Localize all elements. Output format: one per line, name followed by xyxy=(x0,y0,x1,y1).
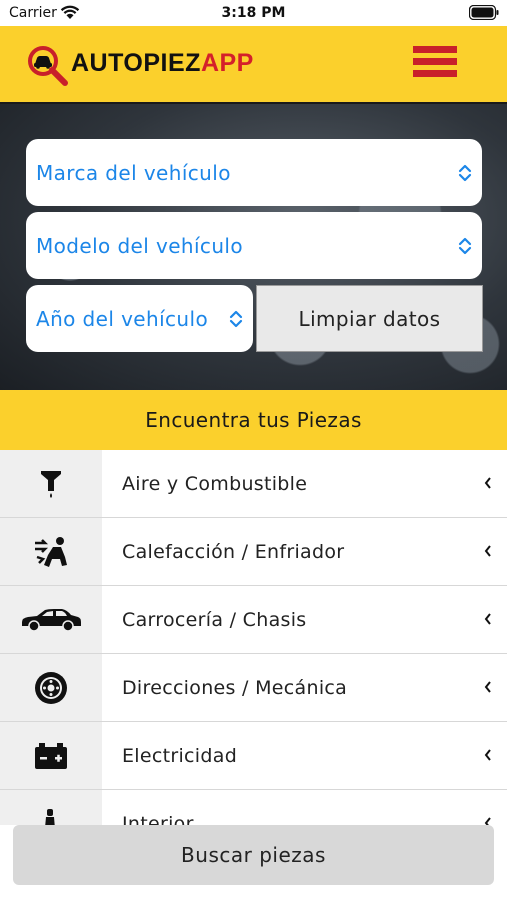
find-parts-banner: Encuentra tus Piezas xyxy=(0,390,507,450)
category-row-aire-combustible[interactable]: Aire y Combustible xyxy=(0,450,507,518)
logo-text-main: AUTOPIEZ xyxy=(71,48,201,77)
brake-disc-icon xyxy=(35,671,67,704)
category-icon-cell xyxy=(0,518,102,585)
chevron-left-icon xyxy=(484,681,491,693)
year-select[interactable]: Año del vehículo xyxy=(26,285,253,352)
category-label: Aire y Combustible xyxy=(122,472,308,495)
category-icon-cell xyxy=(0,654,102,721)
menu-bar-icon xyxy=(413,70,457,77)
model-select[interactable]: Modelo del vehículo xyxy=(26,212,482,279)
app-logo: AUTOPIEZAPP xyxy=(26,44,254,88)
menu-bar-icon xyxy=(413,58,457,65)
chevron-left-icon xyxy=(484,817,491,825)
category-label: Interior xyxy=(122,812,194,826)
car-icon xyxy=(22,608,81,632)
category-label: Calefacción / Enfriador xyxy=(122,540,345,563)
category-label: Direcciones / Mecánica xyxy=(122,676,348,699)
category-label: Electricidad xyxy=(122,744,238,767)
status-bar: Carrier 3:18 PM xyxy=(0,0,507,26)
logo-text-accent: APP xyxy=(200,48,254,77)
category-label: Carrocería / Chasis xyxy=(122,608,307,631)
category-icon-cell xyxy=(0,722,102,789)
vehicle-form-panel: Marca del vehículo Modelo del vehículo A… xyxy=(0,104,507,390)
clock-label: 3:18 PM xyxy=(221,5,286,21)
select-updown-icon xyxy=(458,237,472,254)
clear-data-button[interactable]: Limpiar datos xyxy=(256,285,483,352)
category-row-interior[interactable]: Interior xyxy=(0,790,507,825)
hamburger-menu-button[interactable] xyxy=(413,46,457,80)
category-icon-cell xyxy=(0,450,102,517)
logo-text: AUTOPIEZAPP xyxy=(71,49,254,78)
category-list: Aire y Combustible Calefacción / Enfriad… xyxy=(0,450,507,825)
chevron-left-icon xyxy=(484,545,491,557)
model-select-label: Modelo del vehículo xyxy=(36,233,243,258)
seat-icon xyxy=(45,808,55,825)
magnifier-car-icon xyxy=(28,46,68,86)
category-row-electricidad[interactable]: Electricidad xyxy=(0,722,507,790)
category-row-direcciones[interactable]: Direcciones / Mecánica xyxy=(0,654,507,722)
chevron-left-icon xyxy=(484,477,491,489)
battery-icon xyxy=(35,742,67,769)
search-parts-button[interactable]: Buscar piezas xyxy=(13,825,494,885)
brand-select[interactable]: Marca del vehículo xyxy=(26,139,482,206)
chevron-left-icon xyxy=(484,613,491,625)
category-row-carroceria[interactable]: Carrocería / Chasis xyxy=(0,586,507,654)
chevron-left-icon xyxy=(484,749,491,761)
year-select-label: Año del vehículo xyxy=(36,306,209,331)
menu-bar-icon xyxy=(413,46,457,53)
category-row-calefaccion[interactable]: Calefacción / Enfriador xyxy=(0,518,507,586)
category-icon-cell xyxy=(0,790,102,825)
app-header: AUTOPIEZAPP xyxy=(0,26,507,104)
battery-status-icon xyxy=(469,5,499,20)
select-updown-icon xyxy=(458,164,472,181)
fuel-filter-icon xyxy=(41,470,61,498)
climate-icon xyxy=(35,536,67,567)
select-updown-icon xyxy=(229,310,243,327)
category-icon-cell xyxy=(0,586,102,653)
brand-select-label: Marca del vehículo xyxy=(36,160,231,185)
